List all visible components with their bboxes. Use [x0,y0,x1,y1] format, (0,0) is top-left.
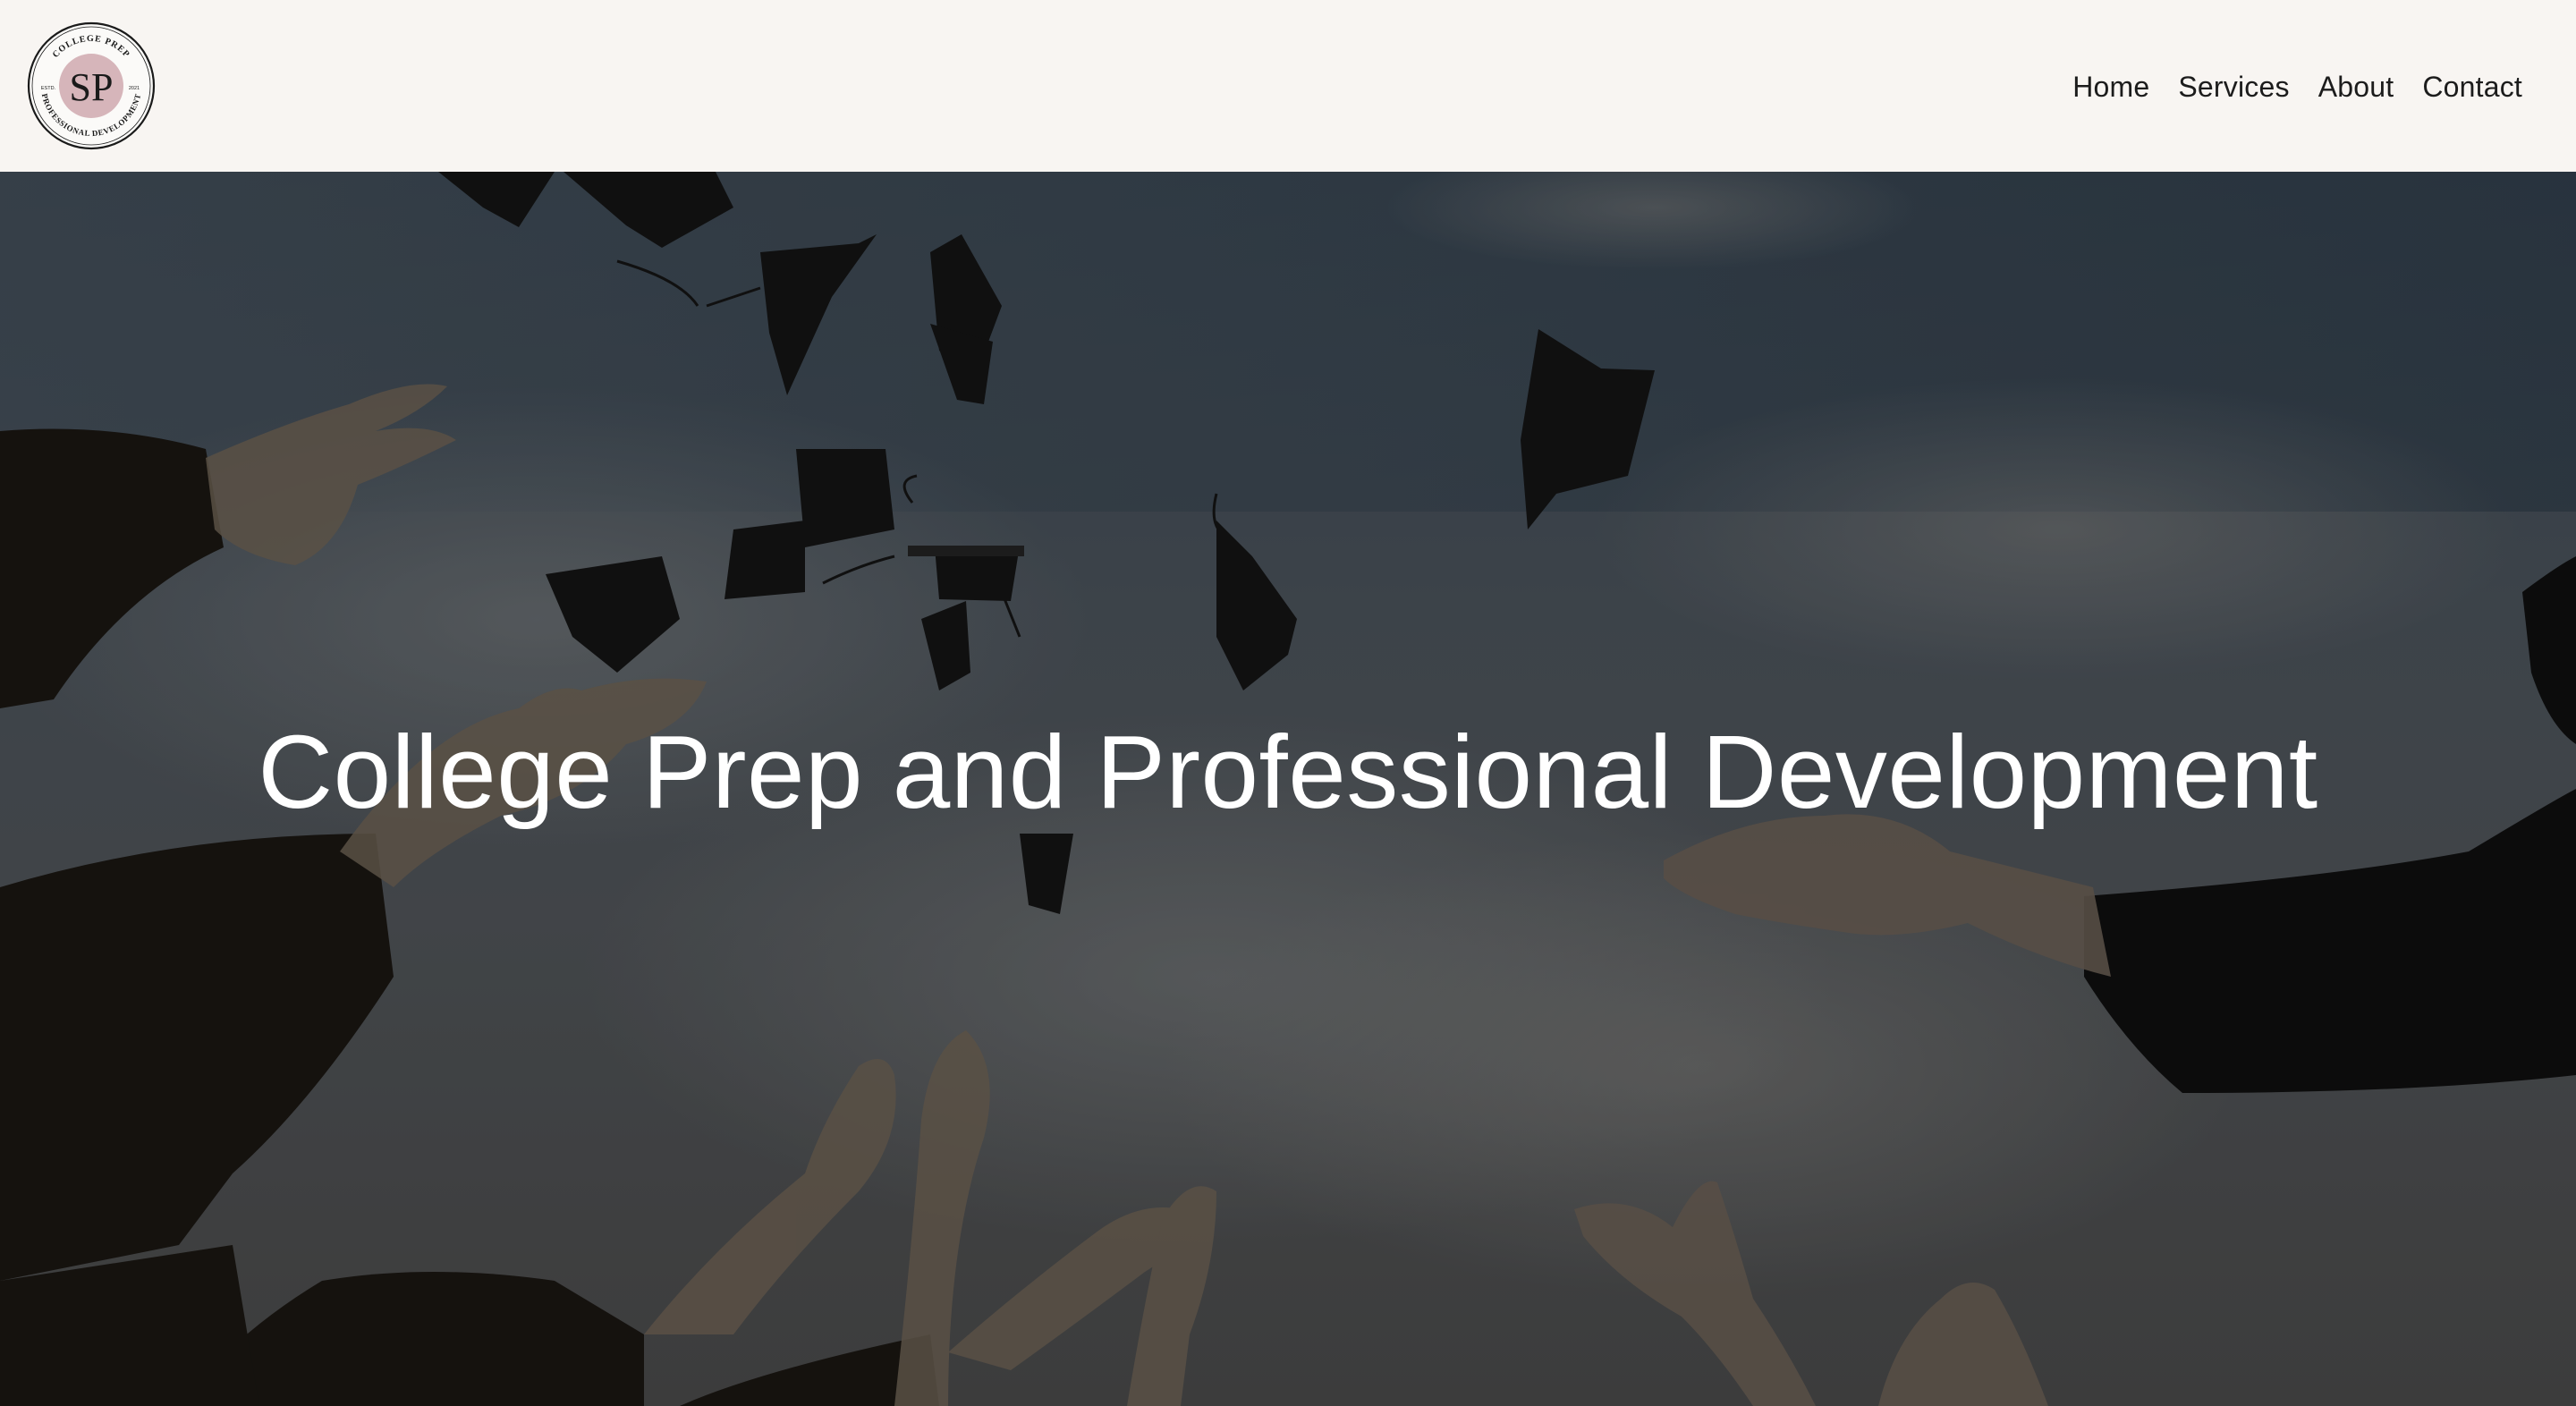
logo-est-left: ESTD. [41,86,56,91]
logo-link[interactable]: COLLEGE PREP PROFESSIONAL DEVELOPMENT ES… [27,21,156,150]
nav-services[interactable]: Services [2178,71,2289,104]
hero-section: College Prep and Professional Developmen… [0,172,2576,1406]
logo-monogram: SP [70,65,114,109]
college-prep-logo: COLLEGE PREP PROFESSIONAL DEVELOPMENT ES… [27,21,156,150]
main-nav: Home Services About Contact [2072,71,2522,104]
nav-home[interactable]: Home [2072,71,2149,104]
logo-est-right: 2021 [129,86,140,91]
nav-about[interactable]: About [2318,71,2394,104]
nav-contact[interactable]: Contact [2422,71,2522,104]
site-header: COLLEGE PREP PROFESSIONAL DEVELOPMENT ES… [0,0,2576,172]
hero-title: College Prep and Professional Developmen… [258,714,2318,830]
